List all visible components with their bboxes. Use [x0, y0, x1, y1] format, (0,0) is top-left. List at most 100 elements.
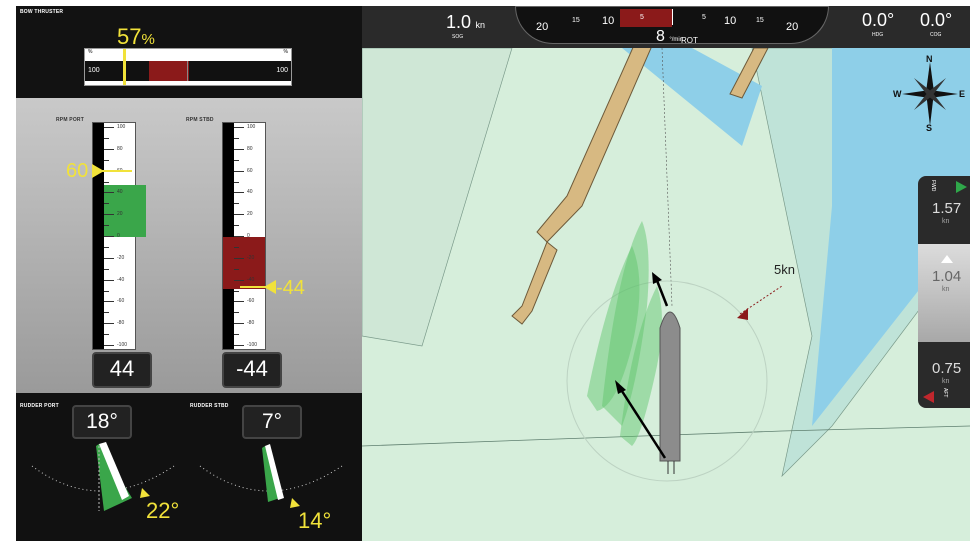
gauge-minor-tick — [234, 137, 239, 139]
gauge-tick-label: -100 — [247, 342, 258, 348]
fwd-arrow-icon[interactable] — [954, 180, 968, 194]
bt-scale-right: 100 — [276, 67, 288, 74]
gauge-minor-tick — [104, 290, 109, 292]
gauge-minor-tick — [234, 225, 239, 227]
bow-thruster-marker[interactable] — [123, 49, 126, 85]
gauge-minor-tick — [234, 334, 239, 336]
gauge-tick — [104, 214, 114, 216]
rpm-panel — [16, 98, 362, 393]
rot-value: 8 — [656, 28, 665, 45]
gauge-tick-label: 20 — [117, 211, 123, 218]
gauge-tick-label: -20 — [117, 254, 125, 261]
rpm-stbd-readout: -44 — [222, 352, 282, 388]
aft-value: 0.75 — [932, 360, 962, 377]
bow-thruster-value: 57% — [117, 24, 155, 49]
gauge-tick-label: -100 — [117, 342, 128, 348]
rot-label: ROT — [681, 36, 698, 45]
gauge-tick-label: 80 — [117, 145, 123, 152]
bow-thruster-bar: % % 100 100 — [84, 48, 292, 86]
gauge-minor-tick — [234, 246, 239, 248]
gauge-minor-tick — [234, 268, 239, 270]
rpm-stbd-setpoint-arrow-icon[interactable] — [240, 278, 276, 296]
mid-value: 1.04 — [932, 268, 962, 285]
rudder-port-readout: 18° — [72, 405, 132, 439]
gauge-tick — [104, 148, 114, 150]
gauge-minor-tick — [234, 159, 239, 161]
gauge-tick-label: 60 — [247, 167, 253, 174]
aft-arrow-icon[interactable] — [922, 390, 936, 404]
gauge-tick-label: -60 — [117, 298, 125, 305]
bow-thruster-track: 100 100 — [85, 61, 291, 81]
fwd-label: FWD — [930, 180, 936, 192]
rot-tick: 10 — [724, 15, 737, 27]
gauge-tick-label: -80 — [117, 320, 125, 327]
compass-e: E — [959, 89, 966, 99]
sog-label: SOG — [452, 34, 464, 40]
gauge-minor-tick — [234, 181, 239, 183]
rpm-stbd-gauge: 100 80 60 40 20 0 -20 -40 -60 -80 -100 — [222, 122, 266, 350]
gauge-tick-label: 0 — [117, 233, 120, 239]
gauge-tick — [234, 192, 244, 194]
gauge-minor-tick — [104, 268, 109, 270]
bow-thruster-fill — [149, 61, 189, 81]
map-canvas — [362, 15, 970, 541]
gauge-tick — [104, 345, 114, 346]
rot-tick: 15 — [572, 17, 580, 24]
gauge-minor-tick — [234, 290, 239, 292]
rpm-port-setpoint-arrow-icon[interactable] — [92, 162, 132, 180]
rpm-port-label: RPM PORT — [56, 117, 84, 123]
gauge-tick — [234, 236, 244, 237]
gauge-rail — [223, 123, 234, 349]
gauge-tick — [104, 192, 114, 194]
rot-tick: 10 — [602, 15, 615, 27]
map-view[interactable] — [362, 6, 970, 541]
rot-tick: 5 — [702, 14, 706, 21]
speed-panel: FWD 1.57 kn 1.04 kn 0.75 kn AFT — [918, 176, 970, 408]
gauge-tick — [104, 257, 114, 259]
rudder-stbd-setpoint: 14° — [298, 508, 332, 533]
gauge-minor-tick — [104, 246, 109, 248]
gauge-tick — [234, 257, 244, 259]
rudder-stbd-label: RUDDER STBD — [190, 403, 229, 409]
gauge-minor-tick — [104, 159, 109, 161]
rpm-port-readout: 44 — [92, 352, 152, 388]
rot-tick: 20 — [536, 21, 549, 33]
gauge-minor-tick — [104, 203, 109, 205]
gauge-tick — [234, 170, 244, 172]
gauge-tick-label: -20 — [247, 254, 255, 261]
gauge-tick — [104, 301, 114, 303]
gauge-minor-tick — [234, 203, 239, 205]
gauge-tick — [234, 345, 244, 346]
gauge-rail — [93, 123, 104, 349]
bt-pct-left: % — [88, 49, 93, 55]
gauge-tick — [234, 148, 244, 150]
rpm-stbd-label: RPM STBD — [186, 117, 214, 123]
gauge-tick — [234, 323, 244, 325]
rpm-port-gauge: 100806040200-20-40-60-80-100 — [92, 122, 146, 350]
gauge-tick — [234, 301, 244, 303]
speed-up-icon[interactable] — [940, 254, 954, 264]
gauge-tick — [234, 127, 244, 128]
rot-tick: 15 — [756, 17, 764, 24]
gauge-tick-label: 0 — [247, 233, 250, 239]
gauge-tick-label: -80 — [247, 320, 255, 327]
gauge-minor-tick — [104, 225, 109, 227]
rudder-stbd-readout: 7° — [242, 405, 302, 439]
aft-unit: kn — [942, 378, 950, 385]
gauge-tick-label: -40 — [117, 276, 125, 283]
fwd-unit: kn — [942, 218, 950, 225]
gauge-minor-tick — [104, 181, 109, 183]
current-speed-label: 5kn — [774, 262, 795, 277]
gauge-tick-label: 100 — [117, 124, 126, 130]
hdg-value: 0.0° — [862, 10, 895, 30]
rudder-port-setpoint: 22° — [146, 498, 180, 523]
compass-w: W — [893, 89, 902, 99]
gauge-tick-label: 20 — [247, 211, 253, 218]
gauge-tick-label: -60 — [247, 298, 255, 305]
aft-label: AFT — [942, 388, 948, 398]
sog-readout: 1.0 kn — [446, 12, 485, 33]
gauge-tick — [104, 236, 114, 237]
rot-fill — [620, 9, 672, 27]
gauge-tick-label: 40 — [247, 189, 253, 196]
gauge-tick — [104, 323, 114, 325]
